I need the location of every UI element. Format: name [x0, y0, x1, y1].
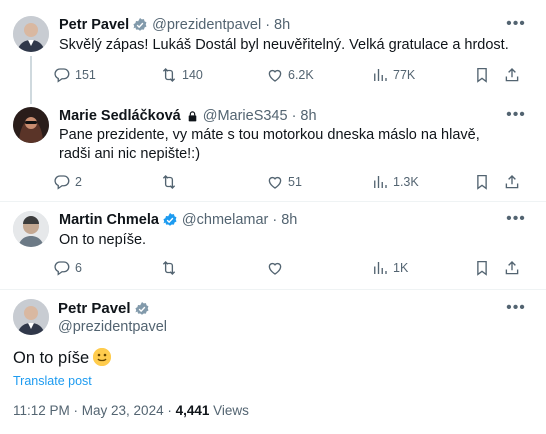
separator: ·	[291, 108, 297, 124]
more-icon[interactable]: •••	[506, 16, 526, 32]
thread-line	[30, 56, 32, 104]
post-timestamp[interactable]: 11:12 PM · May 23, 2024 ·	[13, 403, 176, 418]
reply-count: 151	[75, 68, 96, 82]
smiley-emoji-icon	[93, 348, 112, 366]
views-button[interactable]: 1K	[371, 259, 408, 277]
share-button[interactable]	[503, 259, 525, 277]
avatar[interactable]	[13, 107, 49, 143]
avatar[interactable]	[13, 299, 49, 335]
like-icon	[266, 259, 284, 277]
tweet-text: On to nepíše.	[59, 232, 147, 248]
post-text: On to píše	[13, 349, 90, 367]
like-count: 6.2K	[288, 68, 314, 82]
separator: ·	[265, 17, 271, 33]
tweet-1[interactable]: Petr Pavel @prezidentpavel · 8h ••• Skvě…	[0, 0, 546, 104]
author-name[interactable]: Marie Sedláčková	[59, 107, 181, 125]
reply-icon	[53, 66, 71, 84]
like-count: 51	[288, 175, 302, 189]
views-icon	[371, 66, 389, 84]
reply-icon	[53, 259, 71, 277]
author-name[interactable]: Martin Chmela	[59, 211, 159, 229]
share-icon	[503, 173, 521, 191]
share-button[interactable]	[503, 66, 525, 84]
like-icon	[266, 66, 284, 84]
avatar[interactable]	[13, 16, 49, 52]
views-label: Views	[209, 403, 249, 418]
gray-check-badge-icon	[134, 301, 150, 317]
reply-button[interactable]: 2	[53, 173, 82, 191]
repost-count: 140	[182, 68, 203, 82]
reply-count: 6	[75, 261, 82, 275]
repost-button[interactable]	[160, 259, 182, 277]
post-time[interactable]: 8h	[281, 211, 297, 229]
tweet-text: Pane prezidente, vy máte s tou motorkou …	[59, 127, 480, 162]
like-icon	[266, 173, 284, 191]
views-count: 1K	[393, 261, 409, 275]
reply-button[interactable]: 151	[53, 66, 96, 84]
repost-icon	[160, 259, 178, 277]
repost-button[interactable]: 140	[160, 66, 203, 84]
views-count: 77K	[393, 68, 416, 82]
translate-post-link[interactable]: Translate post	[13, 374, 92, 388]
views-button[interactable]: 1.3K	[371, 173, 419, 191]
more-icon[interactable]: •••	[506, 107, 526, 123]
views-count: 1.3K	[393, 175, 419, 189]
tweet-text: Skvělý zápas! Lukáš Dostál byl neuvěřite…	[59, 37, 509, 53]
share-button[interactable]	[503, 173, 525, 191]
bookmark-button[interactable]	[473, 66, 495, 84]
blue-check-badge-icon	[162, 212, 178, 228]
more-icon[interactable]: •••	[506, 300, 526, 316]
repost-button[interactable]	[160, 173, 182, 191]
reply-button[interactable]: 6	[53, 259, 82, 277]
post-time[interactable]: 8h	[300, 107, 316, 125]
author-handle[interactable]: @chmelamar	[182, 211, 268, 229]
like-button[interactable]: 51	[266, 173, 302, 191]
tweet-3[interactable]: Martin Chmela @chmelamar · 8h ••• On to …	[0, 202, 546, 290]
views-icon	[371, 173, 389, 191]
bookmark-icon	[473, 173, 491, 191]
bookmark-button[interactable]	[473, 259, 495, 277]
bookmark-icon	[473, 66, 491, 84]
tweet-2[interactable]: Marie Sedláčková @MarieS345 · 8h ••• Pan…	[0, 98, 546, 202]
author-handle[interactable]: @prezidentpavel	[152, 16, 261, 34]
share-icon	[503, 259, 521, 277]
bookmark-icon	[473, 259, 491, 277]
reply-count: 2	[75, 175, 82, 189]
views-button[interactable]: 77K	[371, 66, 415, 84]
avatar[interactable]	[13, 211, 49, 247]
share-icon	[503, 66, 521, 84]
reply-icon	[53, 173, 71, 191]
author-name[interactable]: Petr Pavel	[59, 16, 129, 34]
main-post: Petr Pavel @prezidentpavel ••• On to píš…	[0, 290, 546, 434]
author-handle[interactable]: @MarieS345	[203, 107, 288, 125]
post-meta: 11:12 PM · May 23, 2024 · 4,441 Views	[13, 403, 249, 418]
views-total: 4,441	[175, 403, 210, 418]
author-handle[interactable]: @prezidentpavel	[58, 319, 167, 335]
separator: ·	[272, 212, 278, 228]
like-button[interactable]	[266, 259, 288, 277]
post-time[interactable]: 8h	[274, 16, 290, 34]
like-button[interactable]: 6.2K	[266, 66, 314, 84]
lock-icon	[186, 110, 199, 123]
repost-icon	[160, 173, 178, 191]
author-name[interactable]: Petr Pavel	[58, 300, 131, 317]
bookmark-button[interactable]	[473, 173, 495, 191]
views-icon	[371, 259, 389, 277]
repost-icon	[160, 66, 178, 84]
gray-check-badge-icon	[132, 17, 148, 33]
more-icon[interactable]: •••	[506, 211, 526, 227]
